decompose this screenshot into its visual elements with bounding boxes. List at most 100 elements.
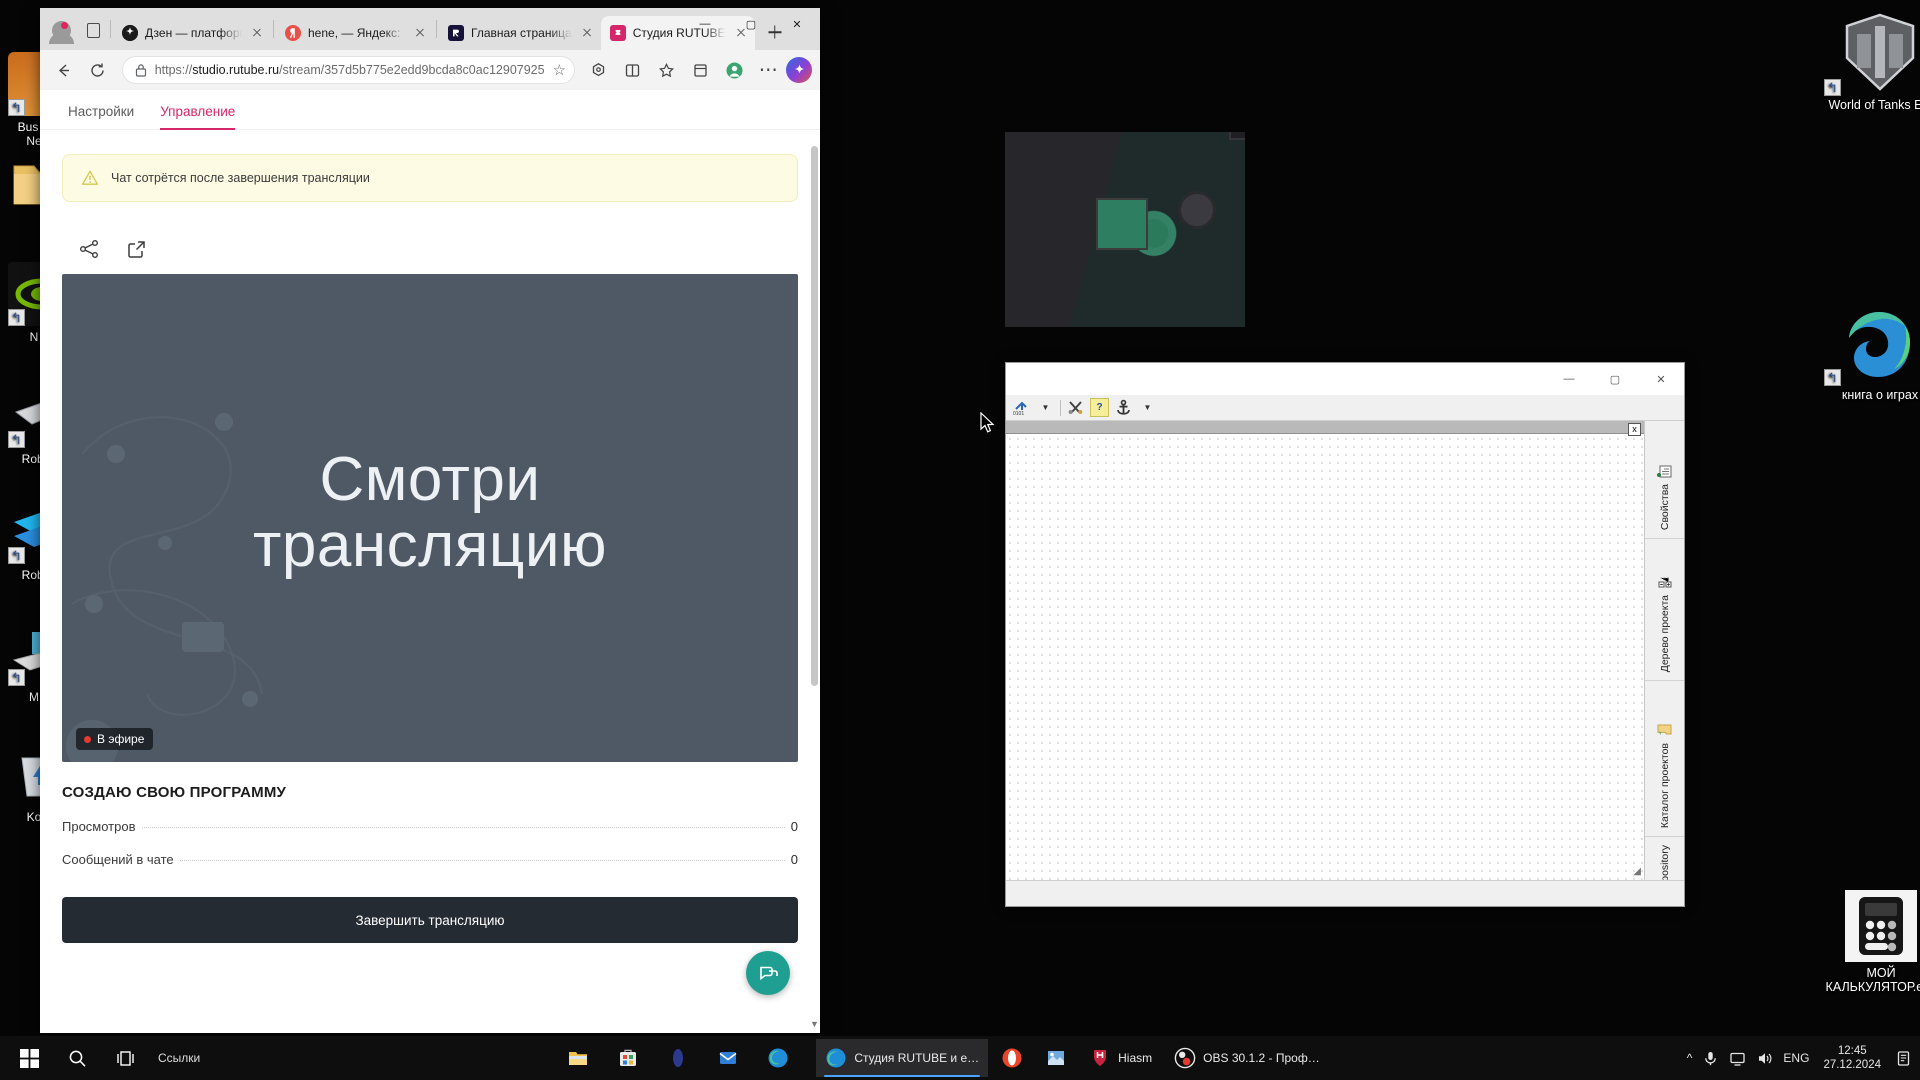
player-text-line2: трансляцию (253, 510, 607, 580)
browser-profile-icon[interactable] (718, 54, 750, 86)
support-chat-button[interactable] (746, 951, 790, 995)
hiasm-statusbar (1006, 880, 1684, 906)
address-bar[interactable]: https://studio.rutube.ru/stream/357d5b77… (121, 56, 576, 84)
start-icon[interactable] (6, 1036, 52, 1080)
hiasm-panel-project-tree[interactable]: Дерево проекта (1645, 539, 1684, 681)
help-icon[interactable]: ? (1090, 398, 1109, 417)
back-icon[interactable] (48, 54, 80, 86)
hiasm-window[interactable]: — ▢ ✕ 0101 ▼ ? ▼ x ◢ Свойства Дерево про… (1005, 362, 1685, 907)
browser-essentials-icon[interactable] (583, 54, 615, 86)
close-icon[interactable] (249, 25, 265, 41)
desktop-icon-kniga-o-igrah[interactable]: книга о играх (1810, 300, 1920, 402)
close-icon[interactable] (412, 25, 428, 41)
hiasm-canvas-area[interactable]: x ◢ (1006, 421, 1644, 880)
live-dot-icon (84, 735, 91, 743)
taskbar-photos[interactable] (1036, 1039, 1076, 1077)
hiasm-titlebar[interactable]: — ▢ ✕ (1006, 363, 1684, 395)
display-icon[interactable] (1729, 1050, 1746, 1067)
live-badge-label: В эфире (97, 732, 145, 746)
taskbar-left[interactable]: Ссылки (0, 1036, 200, 1080)
taskbar-microsoft-store[interactable] (608, 1039, 648, 1077)
desktop-icon-world-of-tanks[interactable]: World of Tanks EU (1810, 10, 1920, 112)
background-photo-window[interactable] (1005, 132, 1245, 327)
taskbar-edge[interactable]: Студия RUTUBE и е… (816, 1039, 989, 1077)
system-tray[interactable]: ^ ENG 12:45 27.12.2024 (1687, 1044, 1920, 1072)
stream-actions[interactable] (40, 202, 820, 260)
taskbar-hiasm[interactable]: Hiasm (1080, 1039, 1161, 1077)
notification-icon[interactable] (1895, 1050, 1912, 1067)
reload-icon[interactable] (82, 54, 114, 86)
page-scrollbar[interactable] (811, 132, 818, 1015)
live-badge: В эфире (76, 728, 154, 750)
maximize-button[interactable]: ▢ (728, 8, 774, 40)
tools-icon[interactable] (1066, 398, 1085, 417)
taskbar-office[interactable] (658, 1039, 698, 1077)
warning-triangle-icon (81, 169, 99, 187)
scrollbar-thumb[interactable] (811, 146, 818, 686)
hiasm-toolbar[interactable]: 0101 ▼ ? ▼ (1006, 395, 1684, 421)
edge-browser-window[interactable]: Дзен — платформ hene, — Яндекс: н Главна… (40, 8, 820, 1033)
tray-chevron-icon[interactable]: ^ (1687, 1051, 1693, 1065)
browser-tabstrip[interactable]: Дзен — платформ hene, — Яндекс: н Главна… (40, 8, 820, 50)
chevron-down-icon[interactable]: ▼ (1036, 398, 1055, 417)
taskbar-opera[interactable] (992, 1039, 1032, 1077)
taskbar-obs[interactable]: OBS 30.1.2 - Проф… (1165, 1039, 1329, 1077)
hiasm-canvas-close-icon[interactable]: x (1628, 423, 1641, 436)
clock-date: 27.12.2024 (1823, 1059, 1881, 1071)
close-window-button[interactable]: ✕ (774, 8, 820, 40)
chevron-down-icon[interactable]: ▼ (1138, 398, 1157, 417)
more-settings-icon[interactable]: ⋯ (752, 54, 784, 86)
desktop-icon-moy-kalkulyator[interactable]: МОЙ КАЛЬКУЛЯТОР.exe (1806, 890, 1920, 994)
taskbar-apps[interactable]: Студия RUTUBE и е… Hiasm OBS 30.1.2 - Пр… (200, 1039, 1687, 1077)
compile-icon[interactable]: 0101 (1012, 398, 1031, 417)
tab-yandex[interactable]: hene, — Яндекс: н (276, 16, 434, 50)
clock[interactable]: 12:45 27.12.2024 (1819, 1044, 1885, 1072)
taskbar-edge-pinned[interactable] (758, 1039, 798, 1077)
favorites-icon[interactable] (651, 54, 683, 86)
microphone-icon[interactable] (1702, 1050, 1719, 1067)
stream-preview-player[interactable]: Смотри трансляцию В эфире (62, 274, 798, 762)
window-controls[interactable]: — ▢ ✕ (682, 8, 820, 40)
avatar (48, 20, 74, 44)
search-icon[interactable] (54, 1036, 100, 1080)
task-view-icon[interactable] (102, 1036, 148, 1080)
hiasm-canvas[interactable] (1006, 435, 1644, 880)
lock-icon (135, 63, 147, 77)
page-tabs[interactable]: Настройки Управление (40, 90, 820, 130)
hiasm-close-button[interactable]: ✕ (1638, 363, 1684, 395)
page-tab-management[interactable]: Управление (160, 104, 236, 130)
hiasm-panel-project-catalog[interactable]: Каталог проектов (1645, 681, 1684, 837)
vertical-tabs-icon[interactable] (78, 13, 108, 47)
hiasm-minimize-button[interactable]: — (1546, 363, 1592, 395)
favorite-star-icon[interactable]: ☆ (553, 61, 566, 79)
taskbar-mail[interactable] (708, 1039, 748, 1077)
split-screen-icon[interactable] (617, 54, 649, 86)
hiasm-panel-properties[interactable]: Свойства (1645, 421, 1684, 539)
taskbar-file-explorer[interactable] (558, 1039, 598, 1077)
tab-rutube-home[interactable]: Главная страница (439, 16, 601, 50)
page-tab-settings[interactable]: Настройки (68, 104, 134, 129)
share-icon[interactable] (78, 238, 100, 260)
hiasm-resize-grip[interactable]: ◢ (1633, 866, 1641, 877)
external-link-icon[interactable] (126, 238, 148, 260)
hiasm-sidebar[interactable]: Свойства Дерево проекта Каталог проектов… (1644, 421, 1684, 888)
rutube-studio-page[interactable]: Настройки Управление Чат сотрётся после … (40, 90, 820, 1033)
volume-icon[interactable] (1756, 1050, 1773, 1067)
collections-icon[interactable] (685, 54, 717, 86)
minimize-button[interactable]: — (682, 8, 728, 40)
language-indicator[interactable]: ENG (1783, 1051, 1809, 1065)
taskbar[interactable]: Ссылки Студия RUTUBE и е… Hiasm OBS 30.1… (0, 1036, 1920, 1080)
close-icon[interactable] (579, 25, 595, 41)
taskbar-app-label: Студия RUTUBE и е… (854, 1051, 980, 1065)
browser-toolbar[interactable]: https://studio.rutube.ru/stream/357d5b77… (40, 50, 820, 90)
scroll-down-arrow-icon[interactable]: ▼ (810, 1019, 819, 1029)
hiasm-maximize-button[interactable]: ▢ (1592, 363, 1638, 395)
tab-title: Главная страница (471, 26, 572, 40)
tab-dzen[interactable]: Дзен — платформ (113, 16, 271, 50)
taskbar-links-label[interactable]: Ссылки (158, 1051, 200, 1065)
catalog-folder-icon (1657, 723, 1672, 737)
profile-avatar[interactable] (44, 13, 78, 47)
copilot-icon[interactable] (786, 57, 812, 83)
anchor-icon[interactable] (1114, 398, 1133, 417)
end-stream-button[interactable]: Завершить трансляцию (62, 897, 798, 943)
